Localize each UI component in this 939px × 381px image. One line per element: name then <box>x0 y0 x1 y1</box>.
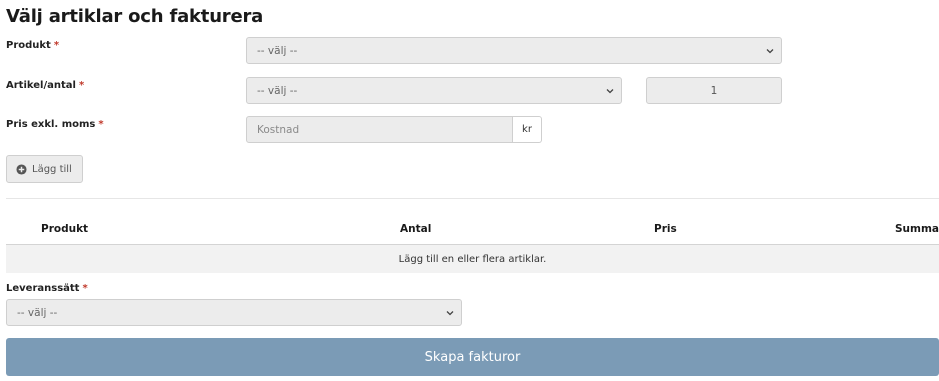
plus-circle-icon <box>16 163 27 175</box>
article-label: Artikel/antal * <box>6 80 84 91</box>
section-divider <box>6 198 939 199</box>
article-select[interactable]: -- välj -- <box>246 77 622 104</box>
add-article-label: Lägg till <box>32 163 72 175</box>
chevron-down-icon <box>446 311 454 316</box>
price-unit: kr <box>522 124 532 135</box>
delivery-label: Leveranssätt * <box>6 283 88 294</box>
col-header-quantity: Antal <box>400 223 432 235</box>
col-header-price: Pris <box>654 223 677 235</box>
col-header-product: Produkt <box>41 223 89 235</box>
create-invoices-label: Skapa fakturor <box>424 349 521 365</box>
price-label-text: Pris exkl. moms <box>6 119 96 130</box>
quantity-input[interactable]: 1 <box>646 77 782 104</box>
required-mark: * <box>98 119 104 130</box>
delivery-select-value: -- välj -- <box>17 306 58 319</box>
page-title: Välj artiklar och fakturera <box>6 6 264 27</box>
product-select-value: -- välj -- <box>257 44 298 57</box>
delivery-label-text: Leveranssätt <box>6 283 80 294</box>
add-article-button[interactable]: Lägg till <box>6 155 83 183</box>
delivery-select[interactable]: -- välj -- <box>6 299 462 326</box>
chevron-down-icon <box>766 49 774 54</box>
price-placeholder: Kostnad <box>257 123 300 136</box>
price-input[interactable]: Kostnad <box>246 116 513 143</box>
product-label: Produkt * <box>6 40 59 51</box>
required-mark: * <box>53 40 60 51</box>
col-header-sum: Summa <box>895 223 939 235</box>
chevron-down-icon <box>606 89 614 94</box>
price-unit-addon: kr <box>513 116 542 143</box>
price-label: Pris exkl. moms * <box>6 119 104 130</box>
product-label-text: Produkt <box>6 40 51 51</box>
quantity-value: 1 <box>710 84 718 97</box>
create-invoices-button[interactable]: Skapa fakturor <box>6 338 939 376</box>
required-mark: * <box>82 283 88 294</box>
article-label-text: Artikel/antal <box>6 80 76 91</box>
product-select[interactable]: -- välj -- <box>246 37 782 64</box>
required-mark: * <box>78 80 85 91</box>
table-empty-row: Lägg till en eller flera artiklar. <box>6 245 939 273</box>
article-select-value: -- välj -- <box>257 84 298 97</box>
table-empty-message: Lägg till en eller flera artiklar. <box>398 253 547 265</box>
